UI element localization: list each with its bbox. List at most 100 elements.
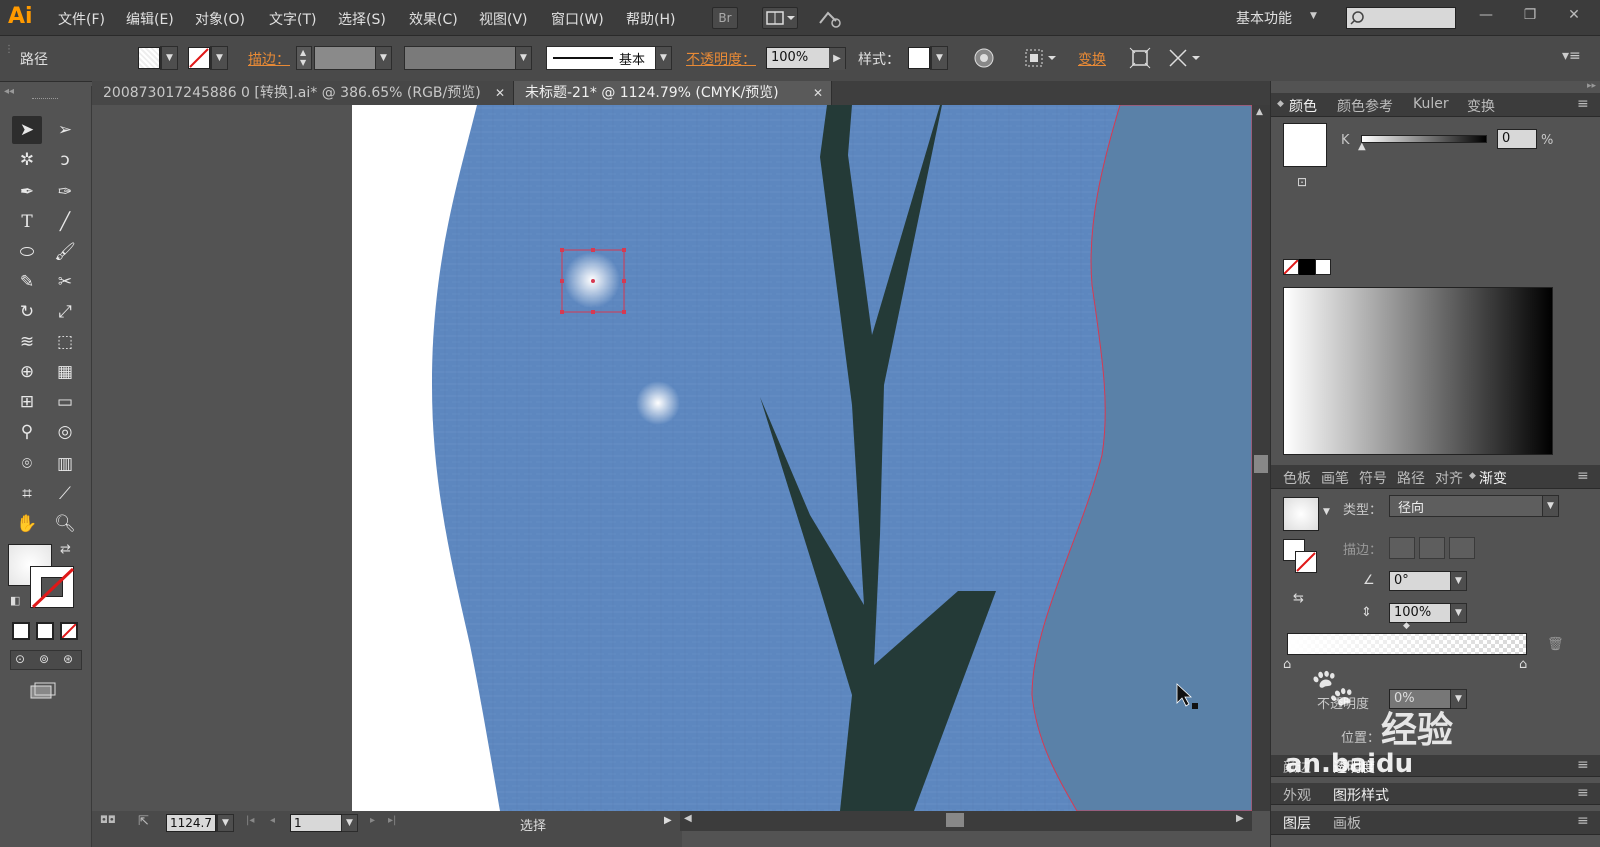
tab-color[interactable]: 颜色 <box>1289 96 1317 116</box>
gradient-angle-input[interactable]: 0° <box>1389 571 1451 591</box>
magic-wand-tool[interactable]: ✲ <box>12 146 42 174</box>
gradient-stop-left[interactable]: ⌂ <box>1283 657 1291 672</box>
stroke-within-button[interactable] <box>1389 537 1415 559</box>
scissors-tool[interactable]: ✂ <box>50 268 80 296</box>
none-swatch[interactable] <box>1283 259 1299 275</box>
midpoint-diamond-icon[interactable]: ◆ <box>1403 621 1410 631</box>
sync-settings-button[interactable] <box>816 7 844 29</box>
selection-tool[interactable]: ➤ <box>12 116 42 144</box>
blend-tool[interactable]: ◎ <box>50 418 80 446</box>
column-graph-tool[interactable]: ▥ <box>50 450 80 478</box>
fill-dropdown[interactable]: ▼ <box>160 46 178 70</box>
panel-menu-icon[interactable]: ≡ <box>1577 757 1589 773</box>
chevron-down-icon[interactable]: ▼ <box>1323 507 1330 517</box>
bridge-button[interactable]: Br <box>712 7 738 29</box>
panel-collapse-icon[interactable]: ◆ <box>1277 99 1284 109</box>
width-tool[interactable]: ≋ <box>12 328 42 356</box>
first-artboard-icon[interactable]: |◂ <box>246 815 254 826</box>
tab-symbols[interactable]: 符号 <box>1359 468 1387 488</box>
maximize-button[interactable]: ❐ <box>1508 3 1552 29</box>
last-artboard-icon[interactable]: ▸| <box>388 815 396 826</box>
reverse-gradient-icon[interactable]: ⇆ <box>1293 591 1304 606</box>
horizontal-scroll-thumb[interactable] <box>946 813 964 827</box>
perspective-grid-tool[interactable]: ▦ <box>50 358 80 386</box>
mesh-tool[interactable]: ⊞ <box>12 388 42 416</box>
gradient-type-select[interactable]: 径向 ▼ <box>1389 495 1559 517</box>
opacity-label-link[interactable]: 不透明度： <box>686 49 756 69</box>
collapse-toolbox-icon[interactable]: ◂◂ <box>4 86 14 97</box>
align-to-selection-button[interactable] <box>1022 46 1062 70</box>
stroke-color-box[interactable] <box>30 566 75 609</box>
close-icon[interactable]: ✕ <box>813 81 823 105</box>
gradient-stop-right[interactable]: ⌂ <box>1519 657 1527 672</box>
help-search-input[interactable] <box>1346 7 1456 29</box>
opacity-input[interactable]: 100% <box>766 47 830 69</box>
stop-opacity-dropdown[interactable]: ▼ <box>1450 689 1467 709</box>
next-artboard-icon[interactable]: ▸ <box>370 815 375 826</box>
gradient-tool[interactable]: ▭ <box>50 388 80 416</box>
panel-menu-icon[interactable]: ≡ <box>1577 468 1589 484</box>
zoom-level-input[interactable]: 1124.7 <box>166 814 216 832</box>
k-value-input[interactable]: 0 <box>1497 129 1537 149</box>
tab-document-2[interactable]: 未标题-21* @ 1124.79% (CMYK/预览) ✕ <box>514 81 832 105</box>
gradient-stroke-box[interactable] <box>1295 551 1317 573</box>
shape-options-button[interactable] <box>1166 46 1206 70</box>
scroll-right-icon[interactable]: ▶ <box>1236 813 1244 824</box>
black-swatch[interactable] <box>1299 259 1315 275</box>
artboard-dropdown[interactable]: ▼ <box>341 814 358 832</box>
color-mode-button[interactable] <box>12 622 30 640</box>
menu-help[interactable]: 帮助(H) <box>626 9 675 29</box>
stroke-weight-stepper[interactable]: ▲ ▼ <box>296 46 312 70</box>
current-color-swatch[interactable] <box>1283 123 1327 167</box>
trash-icon[interactable]: 🗑︎ <box>1547 637 1564 652</box>
menu-effect[interactable]: 效果(C) <box>409 9 458 29</box>
horizontal-scrollbar[interactable]: ◀ ▶ <box>680 811 1252 831</box>
draw-behind-icon[interactable]: ⊚ <box>39 652 49 666</box>
ellipse-tool[interactable]: ⬭ <box>12 238 42 266</box>
gradient-mode-button[interactable] <box>36 622 54 640</box>
panel-menu-icon[interactable]: ≡ <box>1577 785 1589 801</box>
scroll-up-icon[interactable]: ▲ <box>1256 107 1263 117</box>
tab-brushes[interactable]: 画笔 <box>1321 468 1349 488</box>
prev-artboard-icon[interactable]: ◂ <box>270 815 275 826</box>
scale-tool[interactable]: ⤢ <box>50 298 80 326</box>
default-colors-icon[interactable]: ◧ <box>10 594 20 607</box>
none-mode-button[interactable] <box>60 622 78 640</box>
zoom-tool[interactable]: 🔍︎ <box>50 510 80 538</box>
panel-collapse-icon[interactable]: ◆ <box>1469 471 1476 481</box>
close-icon[interactable]: ✕ <box>495 81 505 105</box>
rotate-tool[interactable]: ↻ <box>12 298 42 326</box>
draw-inside-icon[interactable]: ⊛ <box>63 652 73 666</box>
line-tool[interactable]: ╱ <box>50 208 80 236</box>
stroke-swatch[interactable] <box>188 47 210 69</box>
draw-normal-icon[interactable]: ⊙ <box>15 652 25 666</box>
zoom-dropdown[interactable]: ▼ <box>216 814 234 832</box>
tab-document-1[interactable]: 200873017245886 0 [转换].ai* @ 386.65% (RG… <box>92 81 514 105</box>
isolate-button[interactable] <box>1128 46 1152 70</box>
graphic-style-swatch[interactable] <box>908 47 930 69</box>
menu-window[interactable]: 窗口(W) <box>551 9 604 29</box>
white-swatch[interactable] <box>1315 259 1331 275</box>
slice-tool[interactable]: ⟋ <box>50 480 80 508</box>
panel-menu-icon[interactable]: ≡ <box>1577 96 1589 112</box>
shape-builder-tool[interactable]: ⊕ <box>12 358 42 386</box>
tab-gradient[interactable]: 渐变 <box>1479 468 1507 488</box>
tab-kuler[interactable]: Kuler <box>1413 96 1449 112</box>
color-spectrum[interactable] <box>1283 287 1553 455</box>
free-transform-tool[interactable]: ⬚ <box>50 328 80 356</box>
hand-tool[interactable]: ✋ <box>12 510 42 538</box>
paintbrush-tool[interactable]: 🖌 <box>50 238 80 266</box>
gradient-preview-swatch[interactable] <box>1283 497 1319 531</box>
menu-select[interactable]: 选择(S) <box>338 9 386 29</box>
menu-object[interactable]: 对象(O) <box>195 9 245 29</box>
arrange-documents-button[interactable] <box>762 7 798 29</box>
angle-dropdown[interactable]: ▼ <box>1450 571 1467 591</box>
brush-definition-dropdown[interactable]: 基本 ▼ <box>546 46 672 70</box>
tab-transform[interactable]: 变换 <box>1467 96 1495 116</box>
workspace-dropdown-icon[interactable]: ▼ <box>1310 11 1317 21</box>
glow-circle[interactable] <box>636 381 680 425</box>
fill-swatch[interactable] <box>138 47 160 69</box>
type-tool[interactable]: T <box>12 208 42 236</box>
gradient-slider[interactable] <box>1287 633 1527 655</box>
menu-file[interactable]: 文件(F) <box>58 9 105 29</box>
